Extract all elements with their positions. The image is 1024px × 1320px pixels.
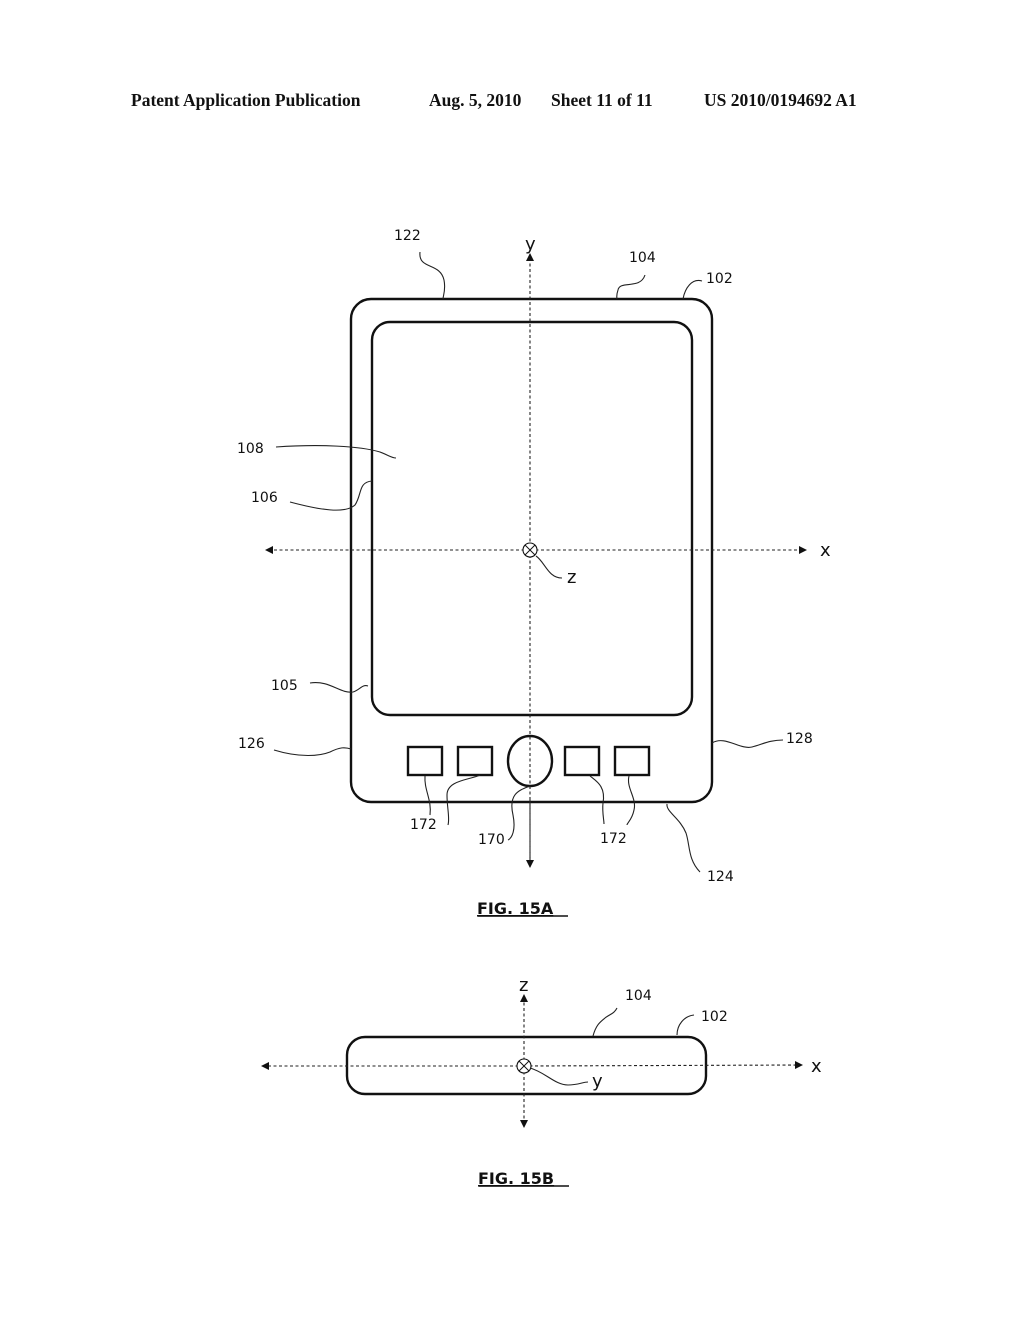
axis-label-z: z [567, 567, 576, 588]
z-axis-into-page-icon [522, 542, 538, 558]
y-axis-into-page-icon [516, 1058, 532, 1074]
axis-label-x: x [820, 540, 831, 561]
ref-124: 124 [707, 869, 734, 885]
side-button [563, 745, 601, 777]
device-display [370, 320, 694, 717]
ref-104: 104 [629, 250, 656, 266]
ref-108: 108 [237, 441, 264, 457]
patent-drawing: y x z 122 104 102 108 106 105 126 128 17… [237, 228, 831, 1188]
figure-15b: z x y 104 102 FIG. 15B [261, 975, 822, 1188]
ref-126: 126 [238, 736, 265, 752]
axis-label-x: x [811, 1056, 822, 1077]
ref-122: 122 [394, 228, 421, 244]
side-button [456, 745, 494, 777]
axis-label-z: z [519, 975, 528, 996]
ref-102: 102 [706, 271, 733, 287]
x-axis-line [523, 1061, 803, 1070]
figure-caption-15b: FIG. 15B [478, 1169, 554, 1188]
ref-102: 102 [701, 1009, 728, 1025]
ref-170: 170 [478, 832, 505, 848]
ref-172-left: 172 [410, 817, 437, 833]
axis-label-y: y [525, 234, 536, 255]
ref-106: 106 [251, 490, 278, 506]
ref-128: 128 [786, 731, 813, 747]
figure-caption-15a: FIG. 15A [477, 899, 554, 918]
figure-15a: y x z 122 104 102 108 106 105 126 128 17… [237, 228, 831, 918]
ref-172-right: 172 [600, 831, 627, 847]
ref-104: 104 [625, 988, 652, 1004]
side-button [613, 745, 651, 777]
side-button [406, 745, 444, 777]
ref-105: 105 [271, 678, 298, 694]
axis-label-y: y [592, 1071, 603, 1092]
